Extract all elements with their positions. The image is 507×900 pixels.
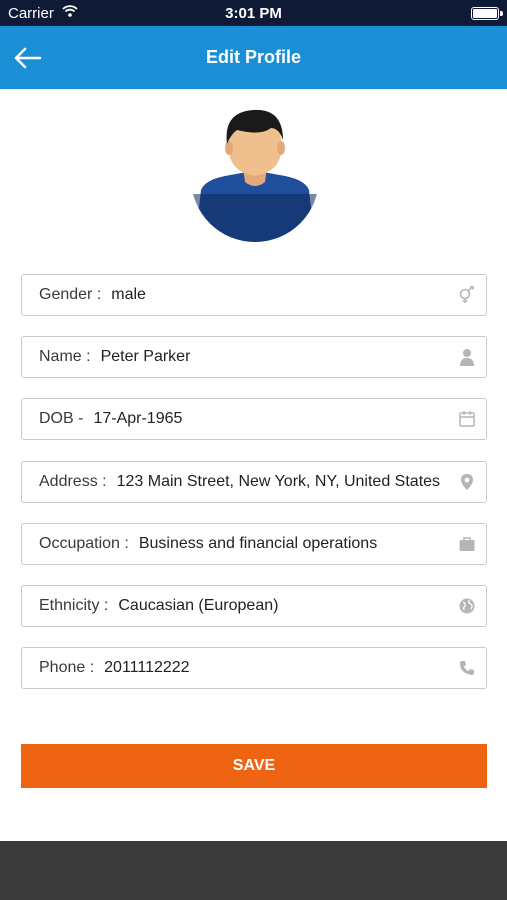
dob-field[interactable]: DOB - 17-Apr-1965 (21, 398, 487, 440)
ethnicity-field[interactable]: Ethnicity : Caucasian (European) (21, 585, 487, 627)
address-label: Address : (39, 473, 107, 490)
page-title: Edit Profile (205, 47, 301, 67)
gender-value: male (111, 286, 146, 303)
briefcase-icon (458, 535, 476, 553)
ethnicity-label: Ethnicity : (39, 597, 109, 614)
location-pin-icon (458, 473, 476, 491)
gender-label: Gender : (39, 286, 102, 303)
person-icon (458, 348, 476, 366)
status-time: 3:01 PM (225, 5, 282, 22)
ethnicity-value: Caucasian (European) (118, 597, 279, 614)
globe-icon (458, 597, 476, 615)
phone-icon (458, 659, 476, 677)
phone-value: 2011112222 (104, 659, 190, 676)
address-field[interactable]: Address : 123 Main Street, New York, NY,… (21, 461, 487, 503)
phone-label: Phone : (39, 659, 95, 676)
name-value: Peter Parker (100, 348, 191, 365)
bottom-bar (0, 841, 507, 900)
gender-field[interactable]: Gender : male (21, 274, 487, 316)
dob-value: 17-Apr-1965 (93, 410, 183, 427)
app-bar: Edit Profile (0, 26, 507, 89)
status-bar: Carrier 3:01 PM (0, 0, 507, 26)
avatar[interactable] (191, 106, 319, 242)
battery-icon (471, 7, 503, 20)
occupation-label: Occupation : (39, 535, 129, 552)
save-button[interactable]: SAVE (21, 744, 487, 788)
calendar-icon (458, 410, 476, 428)
gender-icon (458, 285, 476, 304)
occupation-field[interactable]: Occupation : Business and financial oper… (21, 523, 487, 565)
occupation-value: Business and financial operations (138, 535, 378, 552)
phone-field[interactable]: Phone : 2011112222 (21, 647, 487, 689)
name-label: Name : (39, 348, 91, 365)
address-value: 123 Main Street, New York, NY, United St… (116, 473, 441, 490)
name-field[interactable]: Name : Peter Parker (21, 336, 487, 378)
dob-label: DOB - (39, 410, 84, 427)
